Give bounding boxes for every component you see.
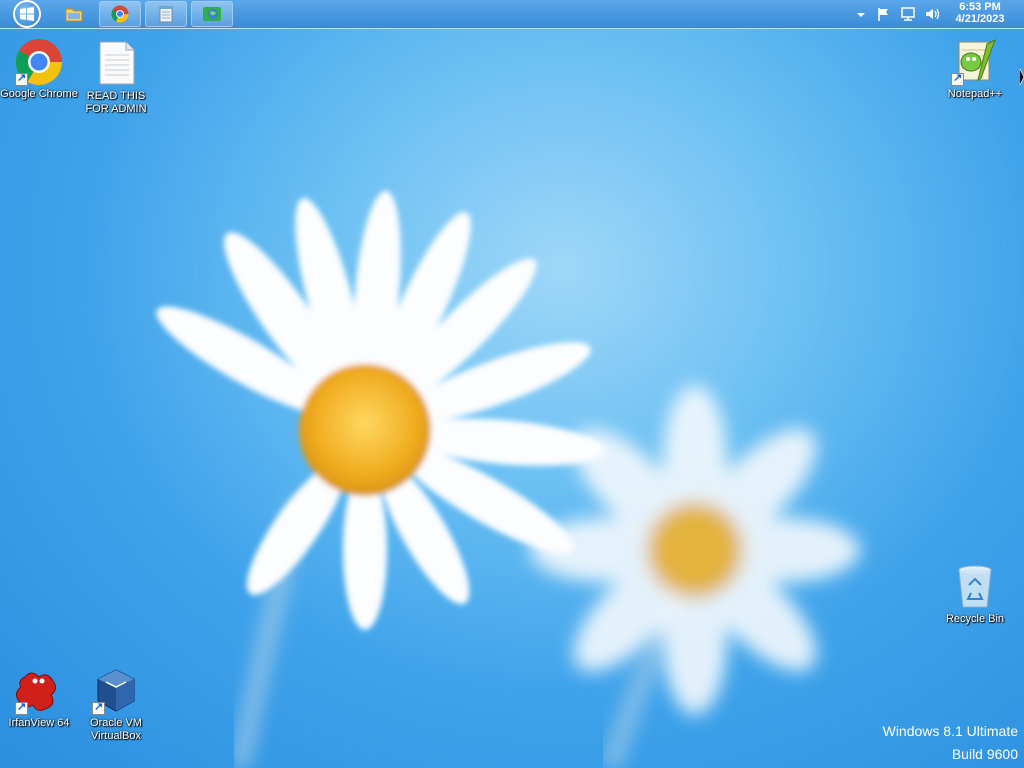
taskbar: 6:53 PM 4/21/2023 [0,0,1024,29]
desktop-icon-label: READ THIS FOR ADMIN [85,90,147,115]
recycle-bin-icon [958,565,992,608]
shortcut-arrow-icon [951,71,964,86]
desktop-icon-label: Google Chrome [0,88,78,100]
volume-icon[interactable] [924,6,940,22]
watermark-build: Build 9600 [951,746,1018,762]
shortcut-arrow-icon [92,700,105,715]
shortcut-arrow-icon [15,700,28,715]
chrome-icon [111,5,129,23]
taskbar-google-chrome[interactable] [99,1,141,27]
shortcut-arrow-icon [15,71,28,86]
clock-time: 6:53 PM [959,1,1001,13]
clock-date: 4/21/2023 [955,13,1005,25]
desktop-icon-label: Recycle Bin [945,613,1005,625]
desktop-icon-label: IrfanView 64 [8,717,70,729]
text-file-icon [99,41,135,85]
chevron-up-icon[interactable] [853,6,869,22]
network-icon[interactable] [900,6,916,22]
desktop-icon-irfanview[interactable]: IrfanView 64 [0,667,78,730]
desktop-icon-google-chrome[interactable]: Google Chrome [0,38,78,101]
desktop-icon-read-this-for-admin[interactable]: READ THIS FOR ADMIN [77,40,155,116]
windows-watermark: Windows 8.1 Ultimate Build 9600 [883,720,1018,766]
mouse-cursor-icon [1019,68,1024,86]
desktop-icon-label: Notepad++ [947,88,1003,100]
globe-icon [203,7,221,21]
taskbar-network-app[interactable] [191,1,233,27]
taskbar-file-explorer[interactable] [53,1,95,27]
notepad-icon [159,6,173,23]
watermark-edition: Windows 8.1 Ultimate [882,723,1018,739]
desktop-icon-label: Oracle VM VirtualBox [90,717,142,742]
desktop-icon-notepadpp[interactable]: Notepad++ [936,38,1014,101]
flag-icon[interactable] [876,6,892,22]
windows-logo-icon [13,0,41,28]
desktop-icon-virtualbox[interactable]: Oracle VM VirtualBox [77,667,155,743]
taskbar-notepad[interactable] [145,1,187,27]
desktop-icon-recycle-bin[interactable]: Recycle Bin [936,563,1014,626]
folder-icon [65,8,83,22]
start-button[interactable] [10,0,44,28]
taskbar-clock[interactable]: 6:53 PM 4/21/2023 [950,1,1010,25]
